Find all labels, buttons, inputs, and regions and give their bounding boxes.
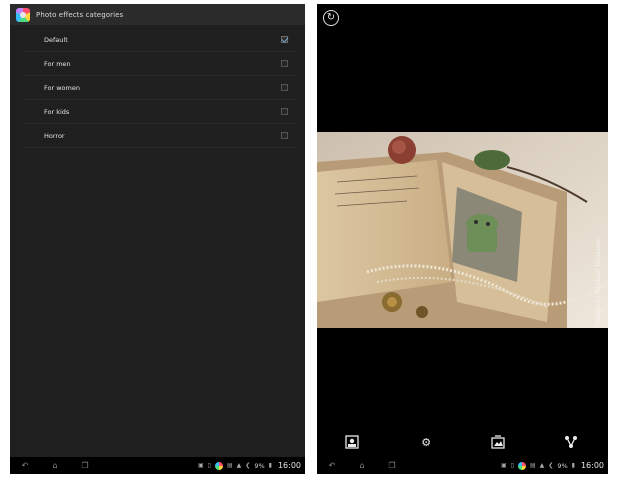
action-bar: Photo effects categories [10, 4, 305, 25]
list-item-label: For men [44, 59, 71, 68]
battery-percent: 9% [254, 461, 265, 470]
phone-icon: ▯ [510, 462, 514, 469]
system-nav-bar: ↶ ⌂ ❐ ▣ ▯ ▤ ▲ ❮ 9% ▮ 16:00 [317, 457, 608, 474]
android-icon: ▲ [236, 462, 242, 469]
battery-percent: 9% [557, 461, 568, 470]
image-gallery-icon[interactable] [491, 435, 507, 451]
list-item-label: For kids [44, 107, 70, 116]
editor-toolbar: ⚙ [317, 431, 608, 455]
android-icon: ▲ [539, 462, 545, 469]
recent-apps-icon[interactable]: ❐ [377, 457, 407, 474]
list-item-label: Default [44, 35, 68, 44]
screenshot-icon: ▣ [501, 462, 507, 469]
checkbox-for-kids[interactable] [281, 108, 288, 115]
image-icon[interactable] [345, 435, 361, 451]
page-title: Photo effects categories [36, 10, 124, 19]
battery-icon: ▮ [571, 462, 575, 469]
list-item-label: Horror [44, 131, 65, 140]
share-icon[interactable] [564, 435, 580, 451]
checkbox-for-men[interactable] [281, 60, 288, 67]
image-icon: ▤ [226, 462, 233, 469]
back-icon[interactable]: ↶ [317, 457, 347, 474]
list-item-for-women[interactable]: For women [24, 76, 296, 100]
signal-icon: ❮ [548, 462, 554, 469]
checkbox-horror[interactable] [281, 132, 288, 139]
system-nav-bar: ↶ ⌂ ❐ ▣ ▯ ▤ ▲ ❮ 9% ▮ 16:00 [10, 457, 305, 474]
clock: 16:00 [580, 461, 604, 470]
checkbox-for-women[interactable] [281, 84, 288, 91]
photo[interactable] [317, 132, 608, 328]
list-item-horror[interactable]: Horror [24, 124, 296, 148]
list-item-for-men[interactable]: For men [24, 52, 296, 76]
status-area: ▣ ▯ ▤ ▲ ❮ 9% ▮ 16:00 [198, 457, 301, 474]
image-icon: ▤ [529, 462, 536, 469]
photo-effects-app-icon[interactable] [16, 7, 30, 22]
list-item-for-kids[interactable]: For kids [24, 100, 296, 124]
photo-watermark: Vintage by Raphaël Rousseau [595, 237, 602, 328]
app-notification-icon [214, 461, 223, 470]
signal-icon: ❮ [245, 462, 251, 469]
vintage-book-photo [317, 132, 608, 328]
home-icon[interactable]: ⌂ [347, 457, 377, 474]
back-icon[interactable]: ↶ [10, 457, 40, 474]
status-area: ▣ ▯ ▤ ▲ ❮ 9% ▮ 16:00 [501, 457, 604, 474]
clock: 16:00 [277, 461, 301, 470]
battery-icon: ▮ [268, 462, 272, 469]
photo-viewer-screen: ↻ Vintage by Raphaël Rousseau ⚙ ↶ ⌂ ❐ ▣ … [317, 4, 608, 474]
gear-icon[interactable]: ⚙ [418, 435, 434, 451]
app-notification-icon [517, 461, 526, 470]
recent-apps-icon[interactable]: ❐ [70, 457, 100, 474]
list-item-default[interactable]: Default [24, 28, 296, 52]
category-list: Default For men For women For kids Horro… [24, 28, 296, 148]
settings-screen: Photo effects categories Default For men… [10, 4, 305, 474]
checkbox-default[interactable] [281, 36, 288, 43]
list-item-label: For women [44, 83, 80, 92]
phone-icon: ▯ [207, 462, 211, 469]
screenshot-icon: ▣ [198, 462, 204, 469]
home-icon[interactable]: ⌂ [40, 457, 70, 474]
rotate-icon[interactable]: ↻ [323, 10, 339, 26]
